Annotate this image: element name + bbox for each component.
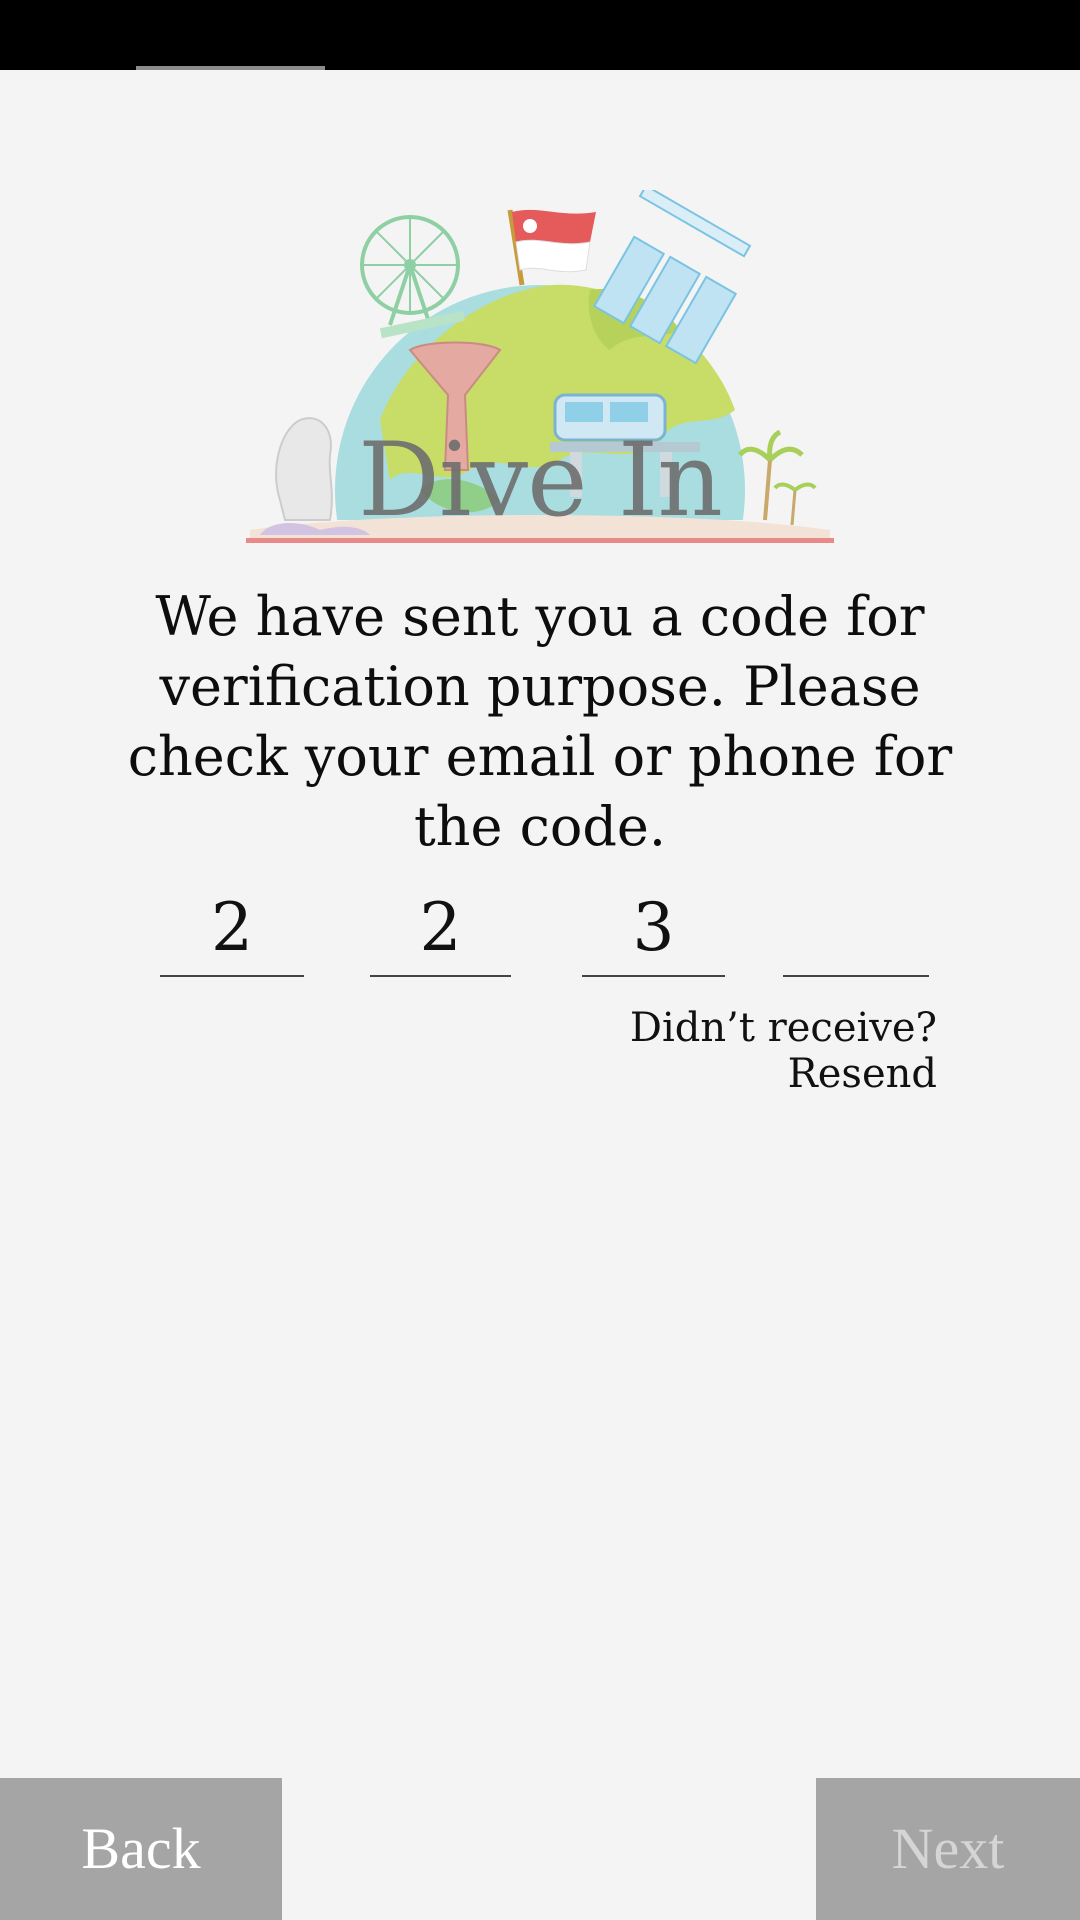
- code-digit-4[interactable]: [783, 880, 929, 977]
- next-button[interactable]: Next: [816, 1778, 1080, 1920]
- verification-message: We have sent you a code for verification…: [127, 585, 953, 858]
- app-logo-text: Dive In: [358, 421, 723, 540]
- code-digit-1[interactable]: 2: [160, 880, 304, 977]
- back-button[interactable]: Back: [0, 1778, 282, 1920]
- singapore-flag-icon: [507, 209, 596, 286]
- status-bar: [0, 0, 1080, 70]
- resend-link[interactable]: Didn’t receive? Resend: [500, 1005, 937, 1097]
- code-digit-2[interactable]: 2: [370, 880, 511, 977]
- status-bar-indicator: [136, 66, 325, 70]
- code-digit-3[interactable]: 3: [582, 880, 725, 977]
- ferris-wheel-icon: [360, 215, 466, 339]
